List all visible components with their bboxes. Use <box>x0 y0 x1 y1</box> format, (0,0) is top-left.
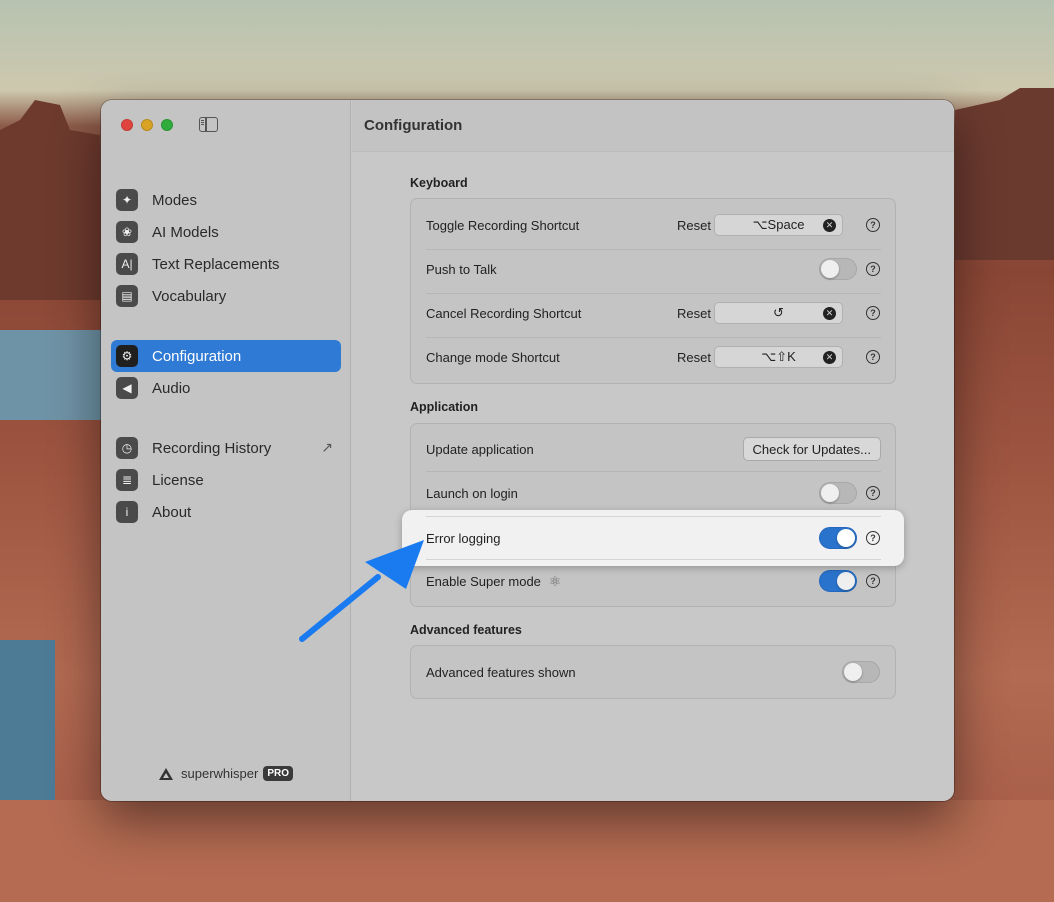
annotation-arrow-icon <box>299 540 424 642</box>
